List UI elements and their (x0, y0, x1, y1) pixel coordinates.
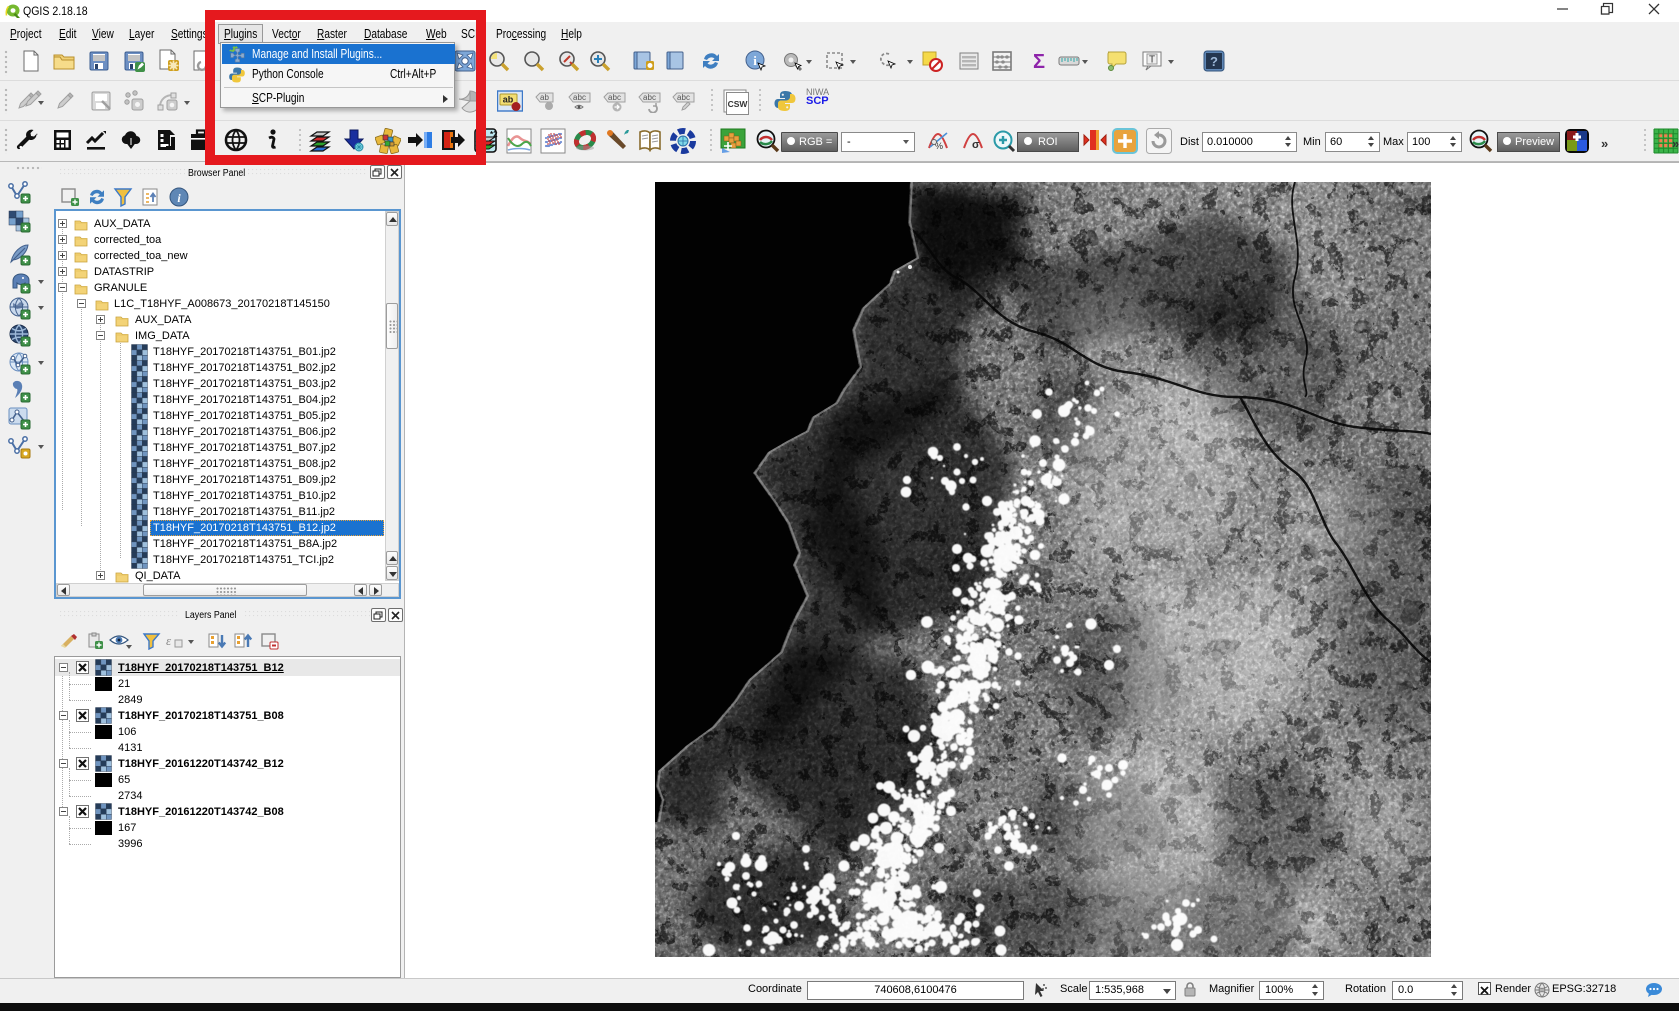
svg-text:abc: abc (573, 93, 586, 102)
svg-text:abc: abc (608, 93, 621, 102)
svg-text:CSW: CSW (728, 99, 749, 109)
svg-text:Σ: Σ (1033, 51, 1045, 73)
svg-text:abc: abc (677, 93, 690, 102)
svg-text:σ: σ (972, 139, 980, 151)
svg-text:ab: ab (503, 95, 514, 105)
svg-text:?: ? (1210, 54, 1218, 69)
svg-text:T: T (1149, 55, 1155, 66)
svg-text:i: i (753, 53, 757, 68)
svg-text:abc: abc (643, 93, 656, 102)
svg-text:ε: ε (166, 633, 172, 648)
svg-text:ab: ab (540, 93, 549, 102)
